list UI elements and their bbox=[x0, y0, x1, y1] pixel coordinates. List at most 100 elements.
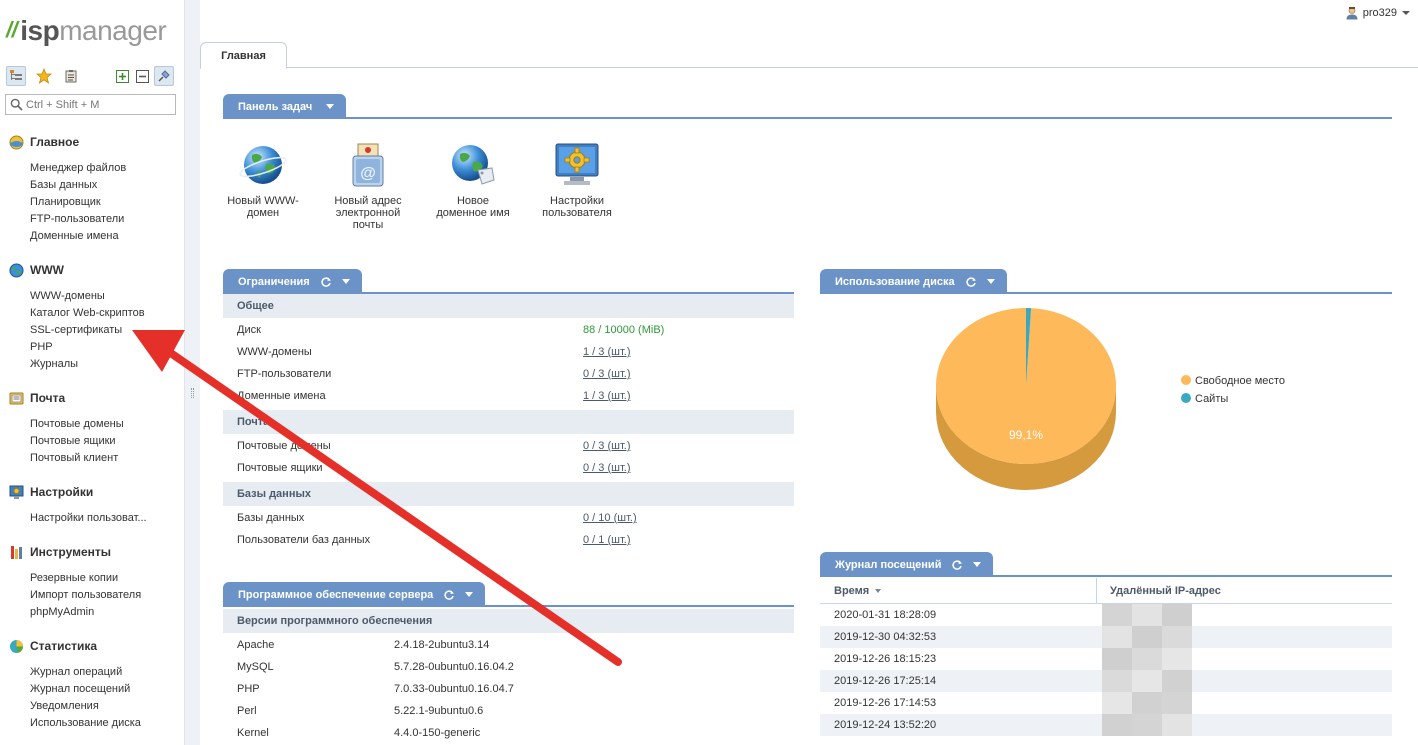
sidebar-item[interactable]: PHP bbox=[30, 339, 178, 356]
software-name: PHP bbox=[237, 683, 260, 695]
limit-label: Почтовые ящики bbox=[237, 462, 323, 474]
visits-panel-tab[interactable]: Журнал посещений bbox=[820, 552, 994, 577]
software-panel-tab[interactable]: Программное обеспечение сервера bbox=[223, 582, 486, 607]
sidebar-group-header[interactable]: Почта bbox=[8, 390, 178, 406]
limit-value[interactable]: 1 / 3 (шт.) bbox=[583, 341, 631, 363]
limit-label: FTP-пользователи bbox=[237, 368, 332, 380]
expand-all-icon[interactable] bbox=[114, 66, 130, 86]
sidebar-resize-handle[interactable] bbox=[184, 0, 200, 745]
sidebar-group-header[interactable]: Настройки bbox=[8, 484, 178, 500]
legend-swatch bbox=[1181, 393, 1191, 403]
logo-prefix: isp bbox=[20, 15, 60, 46]
limit-value[interactable]: 0 / 3 (шт.) bbox=[583, 363, 631, 385]
sidebar-item[interactable]: Доменные имена bbox=[30, 228, 178, 245]
dropdown-caret-icon[interactable] bbox=[341, 279, 350, 284]
sidebar-item[interactable]: WWW-домены bbox=[30, 288, 178, 305]
sidebar-item[interactable]: Резервные копии bbox=[30, 570, 178, 587]
column-time[interactable]: Время bbox=[834, 578, 882, 604]
redacted-ip bbox=[1132, 648, 1162, 670]
refresh-icon[interactable] bbox=[443, 589, 455, 601]
sidebar-item[interactable]: Уведомления bbox=[30, 698, 178, 715]
limit-value[interactable]: 0 / 1 (шт.) bbox=[583, 529, 631, 551]
sidebar-item[interactable]: Импорт пользователя bbox=[30, 587, 178, 604]
sidebar-group-header[interactable]: Инструменты bbox=[8, 544, 178, 560]
sidebar-item[interactable]: Использование диска bbox=[30, 715, 178, 732]
limits-row: Почтовые домены 0 / 3 (шт.) bbox=[223, 435, 794, 457]
app-logo[interactable]: //ispmanager bbox=[6, 14, 167, 50]
user-menu[interactable]: pro329 bbox=[1345, 6, 1410, 20]
search-input[interactable] bbox=[26, 97, 172, 112]
sidebar-item[interactable]: phpMyAdmin bbox=[30, 604, 178, 621]
legend-swatch bbox=[1181, 375, 1191, 385]
limits-section-header: Общее bbox=[223, 294, 794, 318]
redacted-ip bbox=[1162, 714, 1192, 736]
limit-value[interactable]: 0 / 3 (шт.) bbox=[583, 457, 631, 479]
sidebar-item[interactable]: Журналы bbox=[30, 356, 178, 373]
task-new-www-domain[interactable]: Новый WWW-домен bbox=[218, 140, 308, 219]
sidebar-item[interactable]: Настройки пользоват... bbox=[30, 510, 178, 527]
sidebar-item[interactable]: Почтовый клиент bbox=[30, 450, 178, 467]
table-row[interactable]: 2019-12-26 18:15:23 bbox=[820, 648, 1392, 670]
disk-usage-pie-chart: 99,1% Свободное место Сайты bbox=[936, 308, 1285, 490]
table-row[interactable]: 2020-01-31 18:28:09 bbox=[820, 604, 1392, 626]
table-row[interactable]: 2019-12-30 04:32:53 bbox=[820, 626, 1392, 648]
sidebar-group-title: Статистика bbox=[30, 639, 98, 653]
software-version: 2.4.18-2ubuntu3.14 bbox=[394, 639, 490, 651]
limit-value[interactable]: 0 / 3 (шт.) bbox=[583, 435, 631, 457]
table-row[interactable]: 2019-12-26 17:25:14 bbox=[820, 670, 1392, 692]
dropdown-caret-icon[interactable] bbox=[973, 562, 982, 567]
clipboard-icon[interactable] bbox=[61, 66, 81, 86]
refresh-icon[interactable] bbox=[965, 276, 977, 288]
limit-label: Доменные имена bbox=[237, 390, 326, 402]
disk-title: Использование диска bbox=[835, 275, 955, 288]
task-new-domain-name[interactable]: Новое доменное имя bbox=[428, 140, 518, 219]
taskbar-panel-tab[interactable]: Панель задач bbox=[223, 94, 347, 119]
www-globe-icon bbox=[8, 262, 24, 278]
table-row[interactable]: 2019-12-24 13:52:20 bbox=[820, 714, 1392, 736]
disk-panel-header: Использование диска bbox=[820, 269, 1392, 294]
pin-icon[interactable] bbox=[154, 66, 174, 86]
sidebar-search[interactable] bbox=[5, 94, 176, 115]
visit-time: 2019-12-26 18:15:23 bbox=[834, 653, 937, 665]
tree-view-icon[interactable] bbox=[6, 66, 26, 86]
limit-value[interactable]: 0 / 10 (шт.) bbox=[583, 507, 637, 529]
collapse-all-icon[interactable] bbox=[134, 66, 150, 86]
refresh-icon[interactable] bbox=[951, 559, 963, 571]
limit-value: 88 / 10000 (MiB) bbox=[583, 324, 665, 336]
sidebar-group-5: Статистика Журнал операций Журнал посещени… bbox=[8, 638, 178, 732]
sidebar-item[interactable]: Базы данных bbox=[30, 177, 178, 194]
sidebar-item[interactable]: Журнал операций bbox=[30, 664, 178, 681]
sidebar-item[interactable]: FTP-пользователи bbox=[30, 211, 178, 228]
sidebar-group-header[interactable]: WWW bbox=[8, 262, 178, 278]
limits-row: WWW-домены 1 / 3 (шт.) bbox=[223, 341, 794, 363]
sidebar-group-header[interactable]: Главное bbox=[8, 134, 178, 150]
software-version: 5.7.28-0ubuntu0.16.04.2 bbox=[394, 661, 514, 673]
sidebar-group-header[interactable]: Статистика bbox=[8, 638, 178, 654]
sidebar-item[interactable]: Менеджер файлов bbox=[30, 160, 178, 177]
dropdown-caret-icon[interactable] bbox=[986, 279, 995, 284]
globe-icon bbox=[239, 146, 287, 184]
sidebar-item[interactable]: Каталог Web-скриптов bbox=[30, 305, 178, 322]
table-row[interactable]: 2019-12-26 17:14:53 bbox=[820, 692, 1392, 714]
sidebar-item[interactable]: Планировщик bbox=[30, 194, 178, 211]
column-remote-ip[interactable]: Удалённый IP-адрес bbox=[1110, 578, 1221, 604]
visit-time: 2019-12-26 17:25:14 bbox=[834, 675, 937, 687]
sidebar-item[interactable]: Журнал посещений bbox=[30, 681, 178, 698]
dropdown-caret-icon[interactable] bbox=[465, 592, 474, 597]
refresh-icon[interactable] bbox=[320, 276, 332, 288]
limits-panel-tab[interactable]: Ограничения bbox=[223, 269, 362, 294]
limits-title: Ограничения bbox=[238, 275, 310, 288]
sidebar-item[interactable]: Почтовые ящики bbox=[30, 433, 178, 450]
tab-main[interactable]: Главная bbox=[200, 42, 287, 69]
sidebar-item[interactable]: SSL-сертификаты bbox=[30, 322, 178, 339]
task-new-email-address[interactable]: @ Новый адрес электронной почты bbox=[323, 140, 413, 231]
limit-value[interactable]: 1 / 3 (шт.) bbox=[583, 385, 631, 407]
sidebar-group-title: Главное bbox=[30, 135, 80, 149]
dropdown-caret-icon[interactable] bbox=[326, 104, 335, 109]
sidebar-item[interactable]: Почтовые домены bbox=[30, 416, 178, 433]
favorites-star-icon[interactable] bbox=[34, 66, 54, 86]
disk-panel-tab[interactable]: Использование диска bbox=[820, 269, 1007, 294]
task-user-settings[interactable]: Настройки пользователя bbox=[532, 140, 622, 219]
sidebar-group-title: Настройки bbox=[30, 485, 94, 499]
software-version: 7.0.33-0ubuntu0.16.04.7 bbox=[394, 683, 514, 695]
